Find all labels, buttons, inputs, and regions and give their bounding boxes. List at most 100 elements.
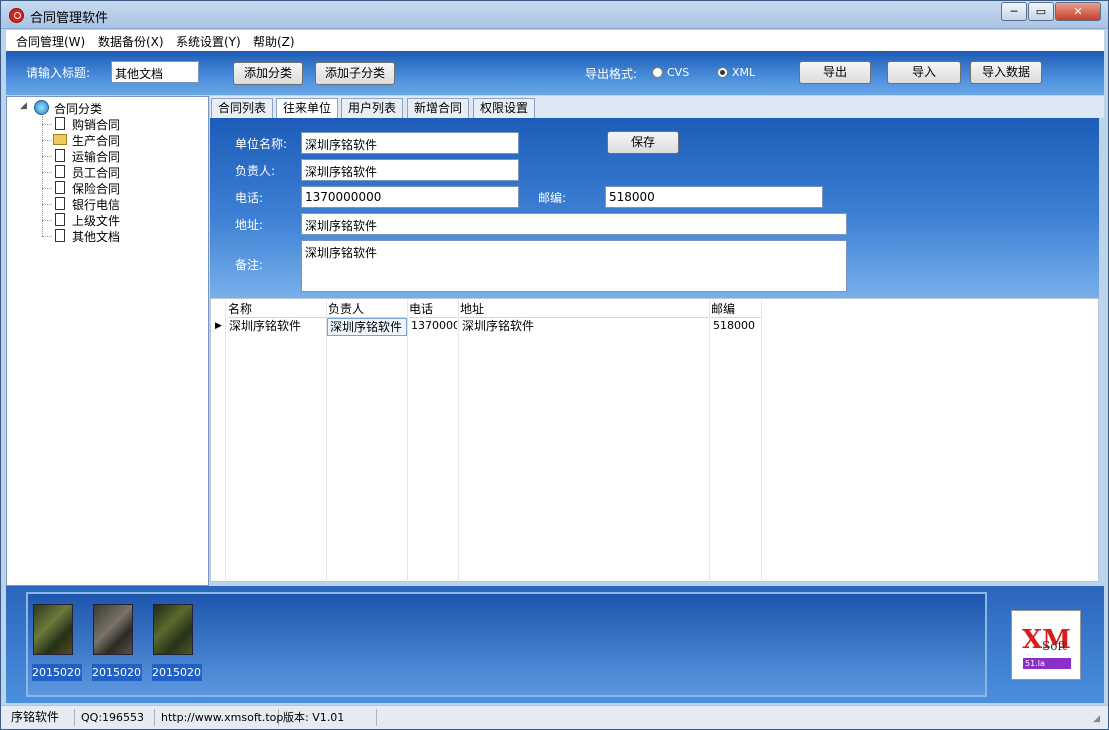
tree-branch: [42, 140, 52, 141]
tree-item-bank[interactable]: 银行电信: [72, 196, 120, 213]
menu-bar: 合同管理(W) 数据备份(X) 系统设置(Y) 帮助(Z): [6, 30, 1104, 51]
column-header-postcode[interactable]: 邮编: [711, 300, 761, 318]
minimize-button[interactable]: ─: [1001, 2, 1027, 21]
postcode-field[interactable]: 518000: [605, 186, 823, 208]
tree-branch: [42, 172, 52, 173]
tree-item-transport[interactable]: 运输合同: [72, 148, 120, 165]
menu-settings[interactable]: 系统设置(Y): [176, 33, 241, 50]
resize-grip-icon[interactable]: ◢: [1093, 714, 1100, 724]
category-tree: ◢ 合同分类 购销合同 生产合同 运输合同 员工合同 保险合同 银行电信 上级文…: [6, 96, 209, 586]
status-company: 序铭软件: [9, 709, 75, 726]
tree-branch: [42, 236, 52, 237]
phone-field[interactable]: 1370000000: [301, 186, 519, 208]
collapse-arrow-icon[interactable]: ◢: [20, 101, 27, 111]
status-qq: QQ:196553: [79, 709, 155, 726]
row-pointer-icon: ▶: [215, 321, 222, 331]
status-url[interactable]: http://www.xmsoft.top: [159, 709, 283, 726]
tree-item-superior[interactable]: 上级文件: [72, 212, 120, 229]
add-category-button[interactable]: 添加分类: [233, 62, 303, 85]
title-input[interactable]: 其他文档: [111, 61, 199, 83]
table-cell[interactable]: 深圳序铭软件: [227, 318, 325, 336]
column-header-address[interactable]: 地址: [460, 300, 708, 318]
maximize-button[interactable]: ▭: [1028, 2, 1054, 21]
import-data-button[interactable]: 导入数据: [970, 61, 1042, 84]
export-button[interactable]: 导出: [799, 61, 871, 84]
tab-user-list[interactable]: 用户列表: [341, 98, 404, 118]
company-label: 单位名称:: [235, 137, 288, 151]
grid-line: [761, 300, 762, 582]
grid-line: [225, 300, 226, 582]
tree-branch: [42, 188, 52, 189]
logo-subtext: Soft: [1042, 639, 1067, 653]
format-xml-radio[interactable]: [717, 67, 728, 78]
format-cvs-radio[interactable]: [652, 67, 663, 78]
grid-line: [458, 300, 459, 582]
table-cell[interactable]: 518000: [711, 318, 761, 336]
note-label: 备注:: [235, 258, 264, 272]
title-label: 请输入标题:: [26, 66, 91, 80]
tab-strip: 合同列表 往来单位 用户列表 新增合同 权限设置: [210, 96, 1104, 118]
table-cell[interactable]: 深圳序铭软件: [460, 318, 708, 336]
format-xml-label: XML: [732, 66, 756, 79]
main-window: 合同管理软件 ─ ▭ ✕ 合同管理(W) 数据备份(X) 系统设置(Y) 帮助(…: [0, 0, 1109, 730]
document-icon: [55, 229, 65, 242]
export-format-label: 导出格式:: [585, 67, 638, 81]
postcode-label: 邮编:: [538, 191, 567, 205]
tree-item-other[interactable]: 其他文档: [72, 228, 120, 245]
status-version: 版本: V1.01: [281, 709, 377, 726]
menu-backup[interactable]: 数据备份(X): [98, 33, 164, 50]
phone-label: 电话:: [235, 191, 264, 205]
column-header-name[interactable]: 名称: [228, 300, 326, 318]
tree-item-employee[interactable]: 员工合同: [72, 164, 120, 181]
address-label: 地址:: [235, 218, 264, 232]
xmsoft-logo: XM Soft 51.la: [1011, 610, 1081, 680]
document-icon: [55, 117, 65, 130]
tab-partners[interactable]: 往来单位: [276, 98, 339, 118]
save-button[interactable]: 保存: [607, 131, 679, 154]
tree-branch: [42, 220, 52, 221]
column-header-contact[interactable]: 负责人: [328, 300, 406, 318]
note-field[interactable]: 深圳序铭软件: [301, 240, 847, 292]
bottom-panel: 20150202 20150202 20150202 XM Soft 51.la: [6, 586, 1104, 703]
add-subcategory-button[interactable]: 添加子分类: [315, 62, 395, 85]
document-icon: [55, 181, 65, 194]
grid-line: [709, 300, 710, 582]
tab-contract-list[interactable]: 合同列表: [211, 98, 274, 118]
tree-line: [42, 116, 43, 236]
document-icon: [55, 149, 65, 162]
table-cell-selected[interactable]: 深圳序铭软件: [327, 318, 407, 336]
tree-item-insurance[interactable]: 保险合同: [72, 180, 120, 197]
partner-grid: 名称 负责人 电话 地址 邮编 ▶ 深圳序铭软件 深圳序铭软件 13700000…: [210, 298, 1099, 582]
window-title: 合同管理软件: [30, 11, 109, 26]
thumbnail-image[interactable]: [33, 604, 73, 655]
grid-line: [326, 300, 327, 582]
thumbnail-label[interactable]: 20150202: [152, 664, 202, 681]
tree-item-production[interactable]: 生产合同: [72, 132, 120, 149]
close-button[interactable]: ✕: [1055, 2, 1101, 21]
format-cvs-label: CVS: [667, 66, 690, 79]
tree-branch: [42, 156, 52, 157]
thumbnail-strip: 20150202 20150202 20150202: [26, 592, 987, 697]
thumbnail-label[interactable]: 20150202: [92, 664, 142, 681]
grid-line: [407, 300, 408, 582]
menu-help[interactable]: 帮助(Z): [253, 33, 295, 50]
thumbnail-image[interactable]: [153, 604, 193, 655]
contact-field[interactable]: 深圳序铭软件: [301, 159, 519, 181]
tab-permissions[interactable]: 权限设置: [473, 98, 536, 118]
thumbnail-label[interactable]: 20150202: [32, 664, 82, 681]
table-cell[interactable]: 1370000000: [409, 318, 457, 336]
company-field[interactable]: 深圳序铭软件: [301, 132, 519, 154]
title-bar: 合同管理软件 ─ ▭ ✕: [1, 1, 1108, 29]
tree-root[interactable]: 合同分类: [54, 100, 102, 117]
status-bar: 序铭软件 QQ:196553 http://www.xmsoft.top 版本:…: [1, 705, 1108, 729]
tab-new-contract[interactable]: 新增合同: [407, 98, 470, 118]
document-icon: [55, 197, 65, 210]
column-header-phone[interactable]: 电话: [409, 300, 457, 318]
address-field[interactable]: 深圳序铭软件: [301, 213, 847, 235]
tree-item-purchase[interactable]: 购销合同: [72, 116, 120, 133]
thumbnail-image[interactable]: [93, 604, 133, 655]
contact-label: 负责人:: [235, 164, 276, 178]
menu-contract[interactable]: 合同管理(W): [16, 33, 85, 50]
toolbar: 请输入标题: 其他文档 添加分类 添加子分类 导出格式: CVS XML 导出 …: [6, 51, 1104, 95]
import-button[interactable]: 导入: [887, 61, 961, 84]
